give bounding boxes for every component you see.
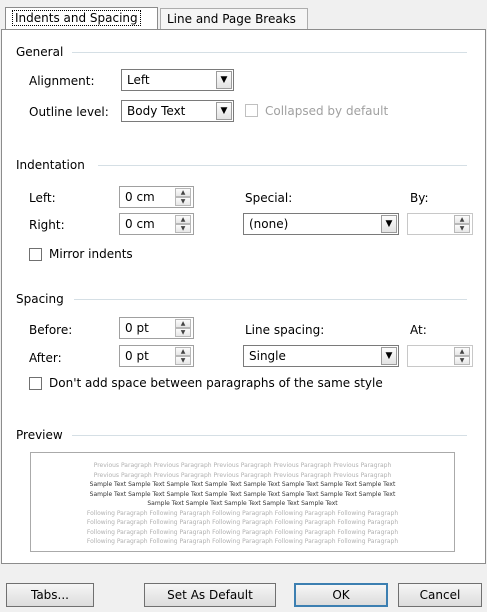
right-indent-label: Right: xyxy=(29,218,65,232)
chevron-down-icon: ▼ xyxy=(216,102,232,120)
preview-pane: Previous Paragraph Previous Paragraph Pr… xyxy=(30,452,455,552)
collapsed-by-default-label: Collapsed by default xyxy=(265,104,389,118)
preview-sample-line: Sample Text Sample Text Sample Text Samp… xyxy=(89,490,396,498)
preview-context-line: Following Paragraph Following Paragraph … xyxy=(86,538,399,545)
spacing-after-value: 0 pt xyxy=(125,349,149,363)
spin-down-icon[interactable]: ▼ xyxy=(175,197,191,206)
collapsed-by-default-checkbox[interactable] xyxy=(245,104,258,117)
before-label: Before: xyxy=(29,323,73,337)
at-label: At: xyxy=(410,323,427,337)
at-spinner[interactable]: ▲ ▼ xyxy=(407,345,473,367)
preview-context-line: Previous Paragraph Previous Paragraph Pr… xyxy=(93,462,392,469)
spacing-before-spinner[interactable]: 0 pt ▲ ▼ xyxy=(119,317,194,339)
tab-indents-and-spacing-label: Indents and Spacing xyxy=(12,10,141,26)
left-indent-label: Left: xyxy=(29,191,56,205)
outline-level-dropdown[interactable]: Body Text ▼ xyxy=(121,100,234,122)
chevron-down-icon: ▼ xyxy=(216,71,232,89)
tab-line-and-page-breaks[interactable]: Line and Page Breaks xyxy=(160,8,308,29)
after-label: After: xyxy=(29,351,62,365)
alignment-value: Left xyxy=(127,73,150,87)
preview-context-line: Following Paragraph Following Paragraph … xyxy=(86,509,399,517)
spin-down-icon[interactable]: ▼ xyxy=(175,356,191,365)
outline-level-label: Outline level: xyxy=(29,105,109,119)
preview-context-line: Previous Paragraph Previous Paragraph Pr… xyxy=(93,471,392,479)
general-section-title: General xyxy=(16,45,64,59)
spin-up-icon[interactable]: ▲ xyxy=(454,215,470,224)
dont-add-space-checkbox[interactable] xyxy=(29,377,42,390)
ok-button[interactable]: OK xyxy=(294,583,388,607)
spin-up-icon[interactable]: ▲ xyxy=(175,188,191,197)
chevron-down-icon: ▼ xyxy=(381,215,397,233)
spin-up-icon[interactable]: ▲ xyxy=(175,347,191,356)
mirror-indents-label: Mirror indents xyxy=(49,247,133,261)
line-spacing-dropdown[interactable]: Single ▼ xyxy=(243,345,399,367)
mirror-indents-checkbox[interactable] xyxy=(29,248,42,261)
spacing-divider xyxy=(74,299,467,300)
preview-section-title: Preview xyxy=(16,428,63,442)
line-spacing-value: Single xyxy=(249,349,286,363)
spacing-before-value: 0 pt xyxy=(125,321,149,335)
special-dropdown[interactable]: (none) ▼ xyxy=(243,213,399,235)
spacing-section-title: Spacing xyxy=(16,292,64,306)
outline-level-value: Body Text xyxy=(127,104,186,118)
preview-divider xyxy=(72,435,467,436)
spin-down-icon[interactable]: ▼ xyxy=(454,224,470,233)
spin-up-icon[interactable]: ▲ xyxy=(454,347,470,356)
spin-down-icon[interactable]: ▼ xyxy=(175,328,191,337)
left-indent-value: 0 cm xyxy=(125,190,155,204)
spin-down-icon[interactable]: ▼ xyxy=(175,224,191,233)
spin-up-icon[interactable]: ▲ xyxy=(175,215,191,224)
preview-sample-line: Sample Text Sample Text Sample Text Samp… xyxy=(147,500,338,507)
spin-up-icon[interactable]: ▲ xyxy=(175,319,191,328)
tab-indents-and-spacing[interactable]: Indents and Spacing xyxy=(5,7,158,30)
line-spacing-label: Line spacing: xyxy=(245,323,325,337)
tab-strip: Indents and Spacing Line and Page Breaks xyxy=(0,0,487,30)
preview-context-line: Following Paragraph Following Paragraph … xyxy=(86,519,399,526)
special-value: (none) xyxy=(249,217,289,231)
right-indent-spinner[interactable]: 0 cm ▲ ▼ xyxy=(119,213,194,235)
tab-line-and-page-breaks-label: Line and Page Breaks xyxy=(167,12,296,26)
preview-context-line: Following Paragraph Following Paragraph … xyxy=(86,528,399,536)
chevron-down-icon: ▼ xyxy=(381,347,397,365)
left-indent-spinner[interactable]: 0 cm ▲ ▼ xyxy=(119,186,194,208)
spin-down-icon[interactable]: ▼ xyxy=(454,356,470,365)
preview-sample-line: Sample Text Sample Text Sample Text Samp… xyxy=(89,481,396,488)
general-divider xyxy=(72,52,467,53)
alignment-label: Alignment: xyxy=(29,74,95,88)
indentation-divider xyxy=(98,165,467,166)
spacing-after-spinner[interactable]: 0 pt ▲ ▼ xyxy=(119,345,194,367)
special-label: Special: xyxy=(245,191,293,205)
alignment-dropdown[interactable]: Left ▼ xyxy=(121,69,234,91)
right-indent-value: 0 cm xyxy=(125,217,155,231)
tabs-button[interactable]: Tabs... xyxy=(6,583,94,607)
dont-add-space-label: Don't add space between paragraphs of th… xyxy=(49,376,383,390)
set-as-default-button[interactable]: Set As Default xyxy=(144,583,276,607)
by-label: By: xyxy=(410,191,429,205)
cancel-button[interactable]: Cancel xyxy=(398,583,482,607)
by-spinner[interactable]: ▲ ▼ xyxy=(407,213,473,235)
indentation-section-title: Indentation xyxy=(16,158,85,172)
